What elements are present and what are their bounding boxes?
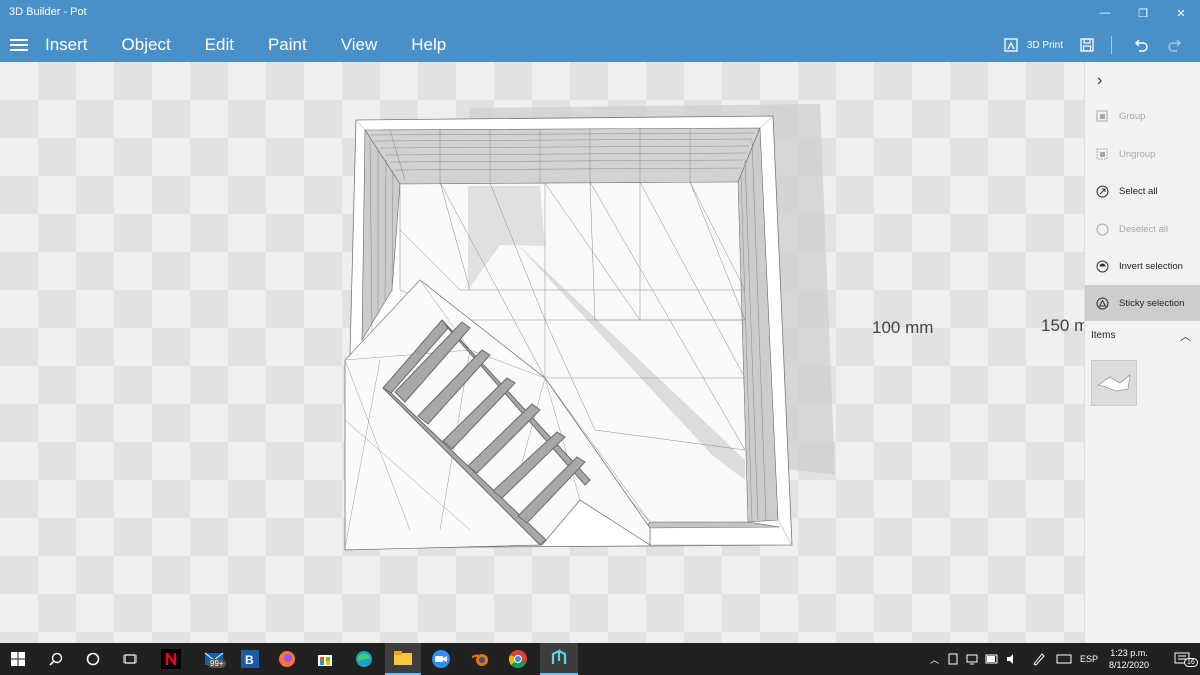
invert-selection-button[interactable]: Invert selection [1085,248,1200,284]
windows-logo-icon [11,652,25,666]
device-icon[interactable] [947,653,959,665]
netflix-icon [161,649,181,669]
input-language[interactable]: ESP [1080,654,1098,664]
ungroup-button[interactable]: Ungroup [1085,136,1200,172]
3d-print-label: 3D Print [1026,39,1063,51]
firefox-icon [279,651,295,667]
menu-edit[interactable]: Edit [205,35,234,55]
minimize-button[interactable]: — [1086,0,1124,26]
deselect-all-button[interactable]: Deselect all [1085,211,1200,247]
task-view-button[interactable] [112,643,148,675]
blender-icon [471,654,488,666]
window-controls: — ❐ ✕ [1086,0,1200,26]
undo-button[interactable] [1132,37,1150,53]
collapse-panel-chevron-icon[interactable]: › [1097,72,1102,90]
maximize-button[interactable]: ❐ [1124,0,1162,26]
redo-button[interactable] [1166,37,1184,53]
3d-print-button[interactable]: 3D Print [1003,37,1063,53]
save-button[interactable] [1079,37,1095,53]
items-collapse-chevron-icon[interactable]: ︿ [1180,328,1191,344]
undo-icon [1135,39,1148,52]
redo-icon [1168,39,1181,52]
zoom-app[interactable] [423,643,459,675]
pot-thumbnail-icon [1097,374,1131,392]
invert-selection-icon [1095,259,1109,273]
start-button[interactable] [0,643,36,675]
search-button[interactable] [38,643,74,675]
bluebeam-app[interactable]: B [232,643,268,675]
mail-badge: 99+ [208,659,226,668]
keyboard-icon[interactable] [1056,653,1072,665]
group-button[interactable]: Group [1085,98,1200,134]
notification-count: 16 [1184,658,1198,667]
zoom-icon [432,650,450,668]
select-all-icon [1095,184,1109,198]
search-icon [49,652,63,666]
menu-view[interactable]: View [341,35,378,55]
file-explorer-app[interactable] [385,643,421,675]
pot-model[interactable] [0,62,1084,643]
edge-app[interactable] [346,643,382,675]
blender-app[interactable] [462,643,498,675]
dimension-label-100mm: 100 mm [872,318,934,337]
menu-paint[interactable]: Paint [268,35,307,55]
network-icon[interactable] [966,653,978,665]
store-app[interactable] [307,643,343,675]
window-title: 3D Builder - Pot [9,6,87,18]
b-app-icon: B [241,650,259,668]
notifications-button[interactable]: 16 [1164,643,1200,675]
battery-icon[interactable] [985,654,999,664]
svg-text:B: B [245,653,254,667]
ungroup-label: Ungroup [1119,148,1156,160]
netflix-app[interactable] [153,643,189,675]
tray-overflow-chevron-icon[interactable]: ︿ [930,653,939,666]
sticky-selection-button[interactable]: Sticky selection [1085,285,1200,321]
firefox-app[interactable] [269,643,305,675]
pen-icon[interactable] [1032,652,1046,666]
menu-bar: Insert Object Edit Paint View Help [0,30,480,60]
item-thumbnail[interactable] [1091,360,1137,406]
clock[interactable]: 1:23 p.m. 8/12/2020 [1098,647,1160,671]
hamburger-menu-icon[interactable] [10,36,28,54]
3d-builder-icon [551,649,567,664]
sticky-selection-label: Sticky selection [1119,297,1185,309]
items-header: Items [1091,330,1116,341]
group-label: Group [1119,110,1146,122]
clock-date: 8/12/2020 [1108,660,1150,670]
task-view-icon [123,654,137,664]
speaker-icon[interactable] [1006,653,1018,665]
deselect-all-label: Deselect all [1119,223,1169,235]
system-tray: ︿ ESP [930,643,1098,675]
cortana-icon [86,652,100,666]
menu-help[interactable]: Help [411,35,446,55]
chrome-icon [508,650,527,669]
dimension-label-150mm: 150 mm [1041,316,1084,335]
toolbar-divider [1111,36,1112,54]
sticky-selection-icon [1095,296,1109,310]
selection-panel: › Group Ungroup Select all Deselect all … [1084,62,1200,643]
ungroup-icon [1095,147,1109,161]
menu-insert[interactable]: Insert [45,35,88,55]
folder-icon [394,651,412,665]
3d-builder-app[interactable] [540,643,578,675]
select-all-button[interactable]: Select all [1085,173,1200,209]
save-icon [1080,38,1094,52]
taskbar: 99+ B ︿ ESP 1:23 p.m. 8/12/2020 16 [0,643,1200,675]
close-button[interactable]: ✕ [1162,0,1200,26]
cortana-button[interactable] [75,643,111,675]
group-icon [1095,109,1109,123]
chrome-app[interactable] [500,643,536,675]
title-bar: 3D Builder - Pot — ❐ ✕ Insert Object Edi… [0,0,1200,62]
menu-object[interactable]: Object [122,35,171,55]
print-3d-icon [1004,38,1018,52]
select-all-label: Select all [1119,185,1158,197]
invert-selection-label: Invert selection [1119,260,1183,272]
edge-icon [356,651,372,667]
deselect-all-icon [1095,222,1109,236]
store-bag-icon [318,655,332,666]
3d-viewport[interactable]: 100 mm 150 mm [0,62,1084,643]
mail-app[interactable]: 99+ [196,643,232,675]
toolbar-right: 3D Print [1003,30,1200,60]
clock-time: 1:23 p.m. [1110,648,1148,658]
